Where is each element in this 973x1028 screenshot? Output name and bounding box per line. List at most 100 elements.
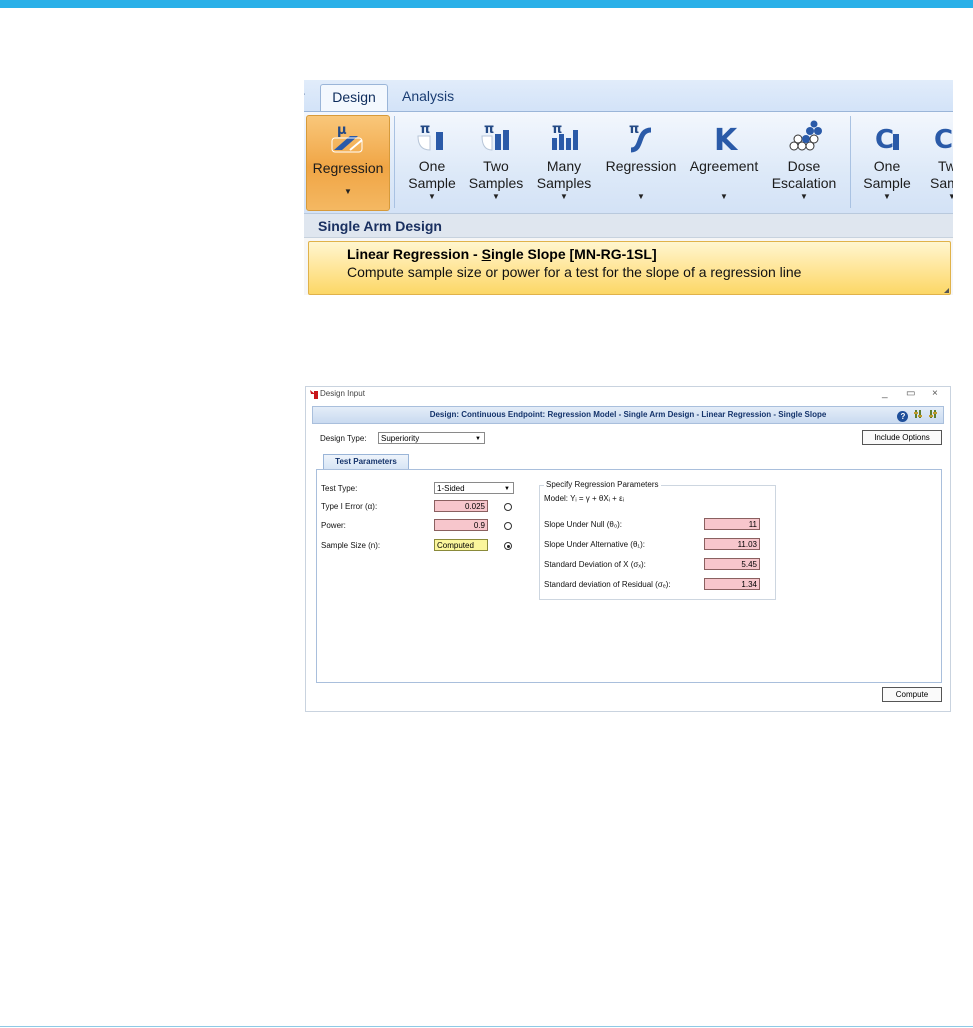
regression-model-label: Regression [312, 160, 384, 176]
agreement-button[interactable]: K Agreement ▼ [686, 114, 762, 210]
pi-one-sample-icon: π [417, 122, 443, 151]
menu-item-description: Compute sample size or power for a test … [347, 264, 802, 280]
test-type-select[interactable]: 1-Sided ▼ [434, 482, 514, 494]
survival-one-sample-line1: One [873, 158, 901, 174]
tab-analysis[interactable]: Analysis [402, 84, 454, 111]
survival-two-samples-button[interactable]: C Tw Sam ▼ [924, 114, 953, 210]
survival-one-sample-line2: Sample [863, 175, 911, 191]
window-title: Design Input [320, 389, 365, 398]
dropdown-arrow-icon: ▼ [504, 486, 510, 492]
chevron-down-icon: ▼ [344, 187, 352, 196]
dose-escalation-button[interactable]: Dose Escalation ▼ [768, 114, 840, 210]
kappa-agreement-icon: K [714, 123, 739, 154]
regression-model-button[interactable]: μ Regression ▼ [306, 115, 390, 211]
sd-x-label: Standard Deviation of X (σₓ): [544, 560, 646, 569]
svg-text:μ: μ [337, 123, 347, 138]
menu-item-linear-regression-single-slope[interactable]: Linear Regression - Single Slope [MN-RG-… [308, 241, 951, 295]
chevron-down-icon: ▼ [492, 192, 500, 201]
settings-icon-2[interactable] [929, 409, 939, 419]
chevron-down-icon: ▼ [948, 192, 953, 201]
menu-item-title-accel: S [481, 246, 491, 262]
dropdown-arrow-icon: ▼ [475, 436, 481, 442]
slope-under-alternative-input[interactable]: 11.03 [704, 538, 760, 550]
pi-two-samples-icon: π [481, 122, 509, 151]
type-i-error-label: Type I Error (α): [321, 502, 378, 511]
survival-two-samples-line1: Tw [938, 158, 953, 174]
design-type-select[interactable]: Superiority ▼ [378, 432, 485, 444]
group-separator [394, 116, 395, 208]
window-titlebar: Design Input _ ▭ × [306, 387, 950, 405]
ribbon-screenshot: r Design Analysis μ Regression ▼ π One S [304, 80, 953, 295]
app-icon [310, 390, 318, 399]
settings-icon[interactable] [914, 409, 924, 419]
test-type-label: Test Type: [321, 484, 358, 493]
sd-x-input[interactable]: 5.45 [704, 558, 760, 570]
chevron-down-icon: ▼ [560, 192, 568, 201]
regression-parameters-legend: Specify Regression Parameters [544, 480, 661, 489]
power-input[interactable]: 0.9 [434, 519, 488, 531]
dose-escalation-icon [789, 120, 822, 151]
compute-button[interactable]: Compute [882, 687, 942, 702]
slope-under-null-input[interactable]: 11 [704, 518, 760, 530]
sd-residual-input[interactable]: 1.34 [704, 578, 760, 590]
top-accent-bar [0, 0, 973, 8]
design-type-value: Superiority [381, 434, 420, 443]
many-samples-button[interactable]: π Many Samples ▼ [532, 114, 596, 210]
sample-size-radio[interactable] [504, 542, 512, 550]
menu-item-title-post: ingle Slope [MN-RG-1SL] [490, 246, 657, 262]
survival-two-samples-line2: Sam [930, 175, 953, 191]
chevron-down-icon: ▼ [637, 192, 645, 201]
close-button[interactable]: × [932, 388, 938, 399]
svg-text:π: π [420, 122, 430, 137]
svg-text:π: π [484, 122, 494, 137]
chevron-down-icon: ▼ [428, 192, 436, 201]
two-samples-button[interactable]: π Two Samples ▼ [466, 114, 526, 210]
design-input-window: Design Input _ ▭ × Design: Continuous En… [305, 386, 951, 712]
help-icon[interactable]: ? [897, 411, 909, 422]
svg-text:C: C [934, 125, 953, 154]
sample-size-input[interactable]: Computed [434, 539, 488, 551]
sd-residual-label: Standard deviation of Residual (σₑ): [544, 580, 671, 589]
dropdown-section-header: Single Arm Design [304, 214, 953, 238]
type-i-error-input[interactable]: 0.025 [434, 500, 488, 512]
power-label: Power: [321, 521, 346, 530]
one-sample-line1: One [418, 158, 446, 174]
svg-text:π: π [629, 122, 639, 137]
mu-slope-icon: μ [331, 123, 363, 153]
pi-many-samples-icon: π [552, 122, 578, 150]
dose-escalation-line1: Dose [787, 158, 821, 174]
design-header-bar: Design: Continuous Endpoint: Regression … [312, 406, 944, 424]
maximize-button[interactable]: ▭ [906, 388, 915, 399]
ribbon-tab-row: r Design Analysis [304, 80, 953, 112]
minimize-button[interactable]: _ [882, 388, 888, 399]
regression-proportion-label: Regression [605, 158, 677, 174]
dose-escalation-line2: Escalation [771, 175, 837, 191]
two-samples-line1: Two [483, 158, 509, 174]
design-type-label: Design Type: [320, 434, 367, 443]
group-separator [850, 116, 851, 208]
tab-test-parameters[interactable]: Test Parameters [323, 454, 409, 469]
menu-item-title-pre: Linear Regression - [347, 246, 482, 262]
resize-grip-icon[interactable] [944, 288, 949, 293]
two-samples-line2: Samples [468, 175, 524, 191]
many-samples-line2: Samples [536, 175, 592, 191]
regression-dropdown-menu: Single Arm Design Linear Regression - Si… [304, 213, 953, 295]
type-i-error-radio[interactable] [504, 503, 512, 511]
test-type-value: 1-Sided [437, 484, 465, 493]
regression-proportion-button[interactable]: π Regression ▼ [602, 114, 680, 210]
include-options-button[interactable]: Include Options [862, 430, 942, 445]
many-samples-line1: Many [546, 158, 582, 174]
power-radio[interactable] [504, 522, 512, 530]
pi-regression-icon: π [629, 122, 652, 153]
agreement-label: Agreement [689, 158, 759, 174]
one-sample-button[interactable]: π One Sample ▼ [402, 114, 462, 210]
survival-one-sample-button[interactable]: C One Sample ▼ [856, 114, 918, 210]
header-icons: ? [897, 409, 939, 422]
c-one-sample-icon: C [875, 125, 899, 154]
chevron-down-icon: ▼ [800, 192, 808, 201]
tab-design[interactable]: Design [320, 84, 388, 112]
tab-previous[interactable]: r [304, 84, 305, 111]
menu-item-title: Linear Regression - Single Slope [MN-RG-… [347, 246, 657, 262]
chevron-down-icon: ▼ [883, 192, 891, 201]
one-sample-line2: Sample [408, 175, 456, 191]
